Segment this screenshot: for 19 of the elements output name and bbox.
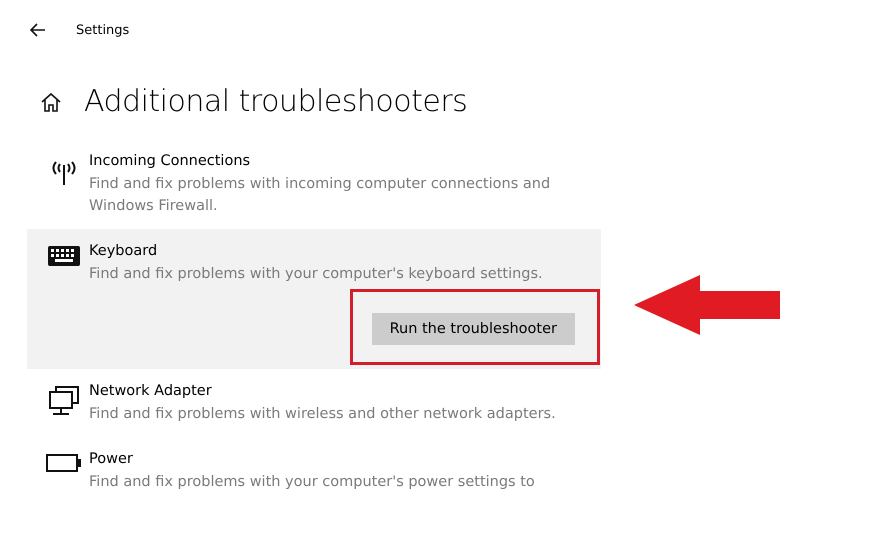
back-arrow-icon[interactable] [30,23,46,37]
window-title: Settings [76,22,130,38]
troubleshooter-description: Find and fix problems with incoming computer connections and Windows Firewall. [89,175,552,216]
troubleshooter-item[interactable]: Network Adapter Find and fix problems with wireless and other network adapters. [27,369,601,437]
troubleshooter-item[interactable]: Incoming Connections Find and fix problems with incoming computer connections and Windows Firewall. [27,139,601,229]
troubleshooter-description: Find and fix problems with your computer's keyboard settings. [89,265,544,284]
run-troubleshooter-button[interactable]: Run the troubleshooter [372,313,575,345]
troubleshooter-name: Incoming Connections [89,153,252,169]
troubleshooter-name: Power [89,451,134,467]
battery-icon [46,453,82,473]
troubleshooter-name: Network Adapter [89,383,213,399]
troubleshooter-item[interactable]: Power Find and fix problems with your computer's power settings to [27,437,601,505]
home-icon[interactable] [40,90,62,112]
troubleshooter-description: Find and fix problems with your computer's power settings to [89,473,536,492]
troubleshooter-description: Find and fix problems with wireless and other network adapters. [89,405,557,424]
keyboard-icon [47,245,81,267]
page-title: Additional troubleshooters [84,84,468,119]
monitors-icon [48,385,80,417]
troubleshooter-name: Keyboard [89,243,158,259]
